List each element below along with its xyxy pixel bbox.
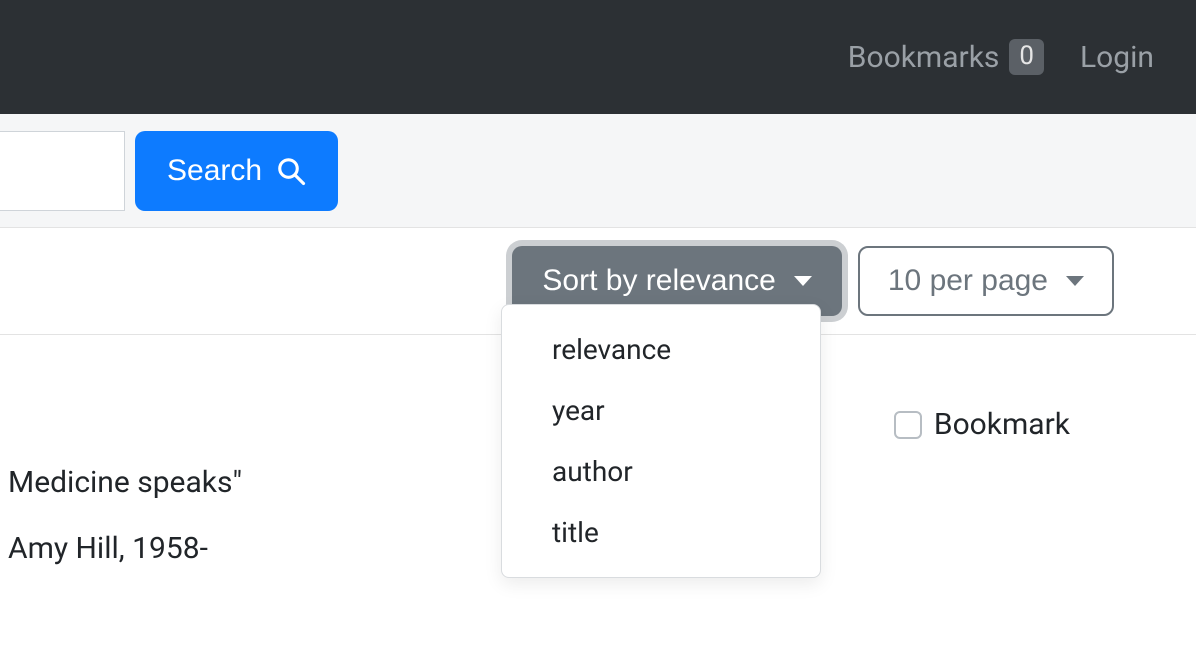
- result-author-fragment: Amy Hill, 1958-: [8, 531, 208, 566]
- search-button-label: Search: [167, 154, 262, 188]
- bookmarks-count-badge: 0: [1009, 39, 1044, 74]
- bookmarks-link[interactable]: Bookmarks 0: [848, 39, 1044, 74]
- search-bar: Search: [0, 114, 1196, 228]
- search-icon: [276, 156, 306, 186]
- search-button[interactable]: Search: [135, 131, 338, 211]
- sort-option-title[interactable]: title: [502, 502, 820, 563]
- per-page-label: 10 per page: [888, 264, 1048, 298]
- bookmarks-label: Bookmarks: [848, 40, 1000, 75]
- per-page-button[interactable]: 10 per page: [858, 246, 1114, 316]
- bookmark-toggle[interactable]: Bookmark: [894, 407, 1070, 442]
- top-navbar: Bookmarks 0 Login: [0, 0, 1196, 114]
- sort-by-label: Sort by relevance: [542, 264, 775, 298]
- sort-option-author[interactable]: author: [502, 441, 820, 502]
- sort-dropdown: relevance year author title: [501, 304, 821, 578]
- login-label: Login: [1080, 40, 1154, 75]
- caret-down-icon: [1066, 276, 1084, 286]
- login-link[interactable]: Login: [1080, 40, 1154, 75]
- sort-controls-row: Sort by relevance 10 per page relevance …: [0, 228, 1196, 335]
- sort-option-relevance[interactable]: relevance: [502, 319, 820, 380]
- caret-down-icon: [794, 276, 812, 286]
- sort-option-year[interactable]: year: [502, 380, 820, 441]
- bookmark-label: Bookmark: [934, 407, 1070, 442]
- bookmark-checkbox[interactable]: [894, 411, 922, 439]
- search-input[interactable]: [0, 131, 125, 211]
- result-title-fragment: Medicine speaks": [8, 465, 242, 500]
